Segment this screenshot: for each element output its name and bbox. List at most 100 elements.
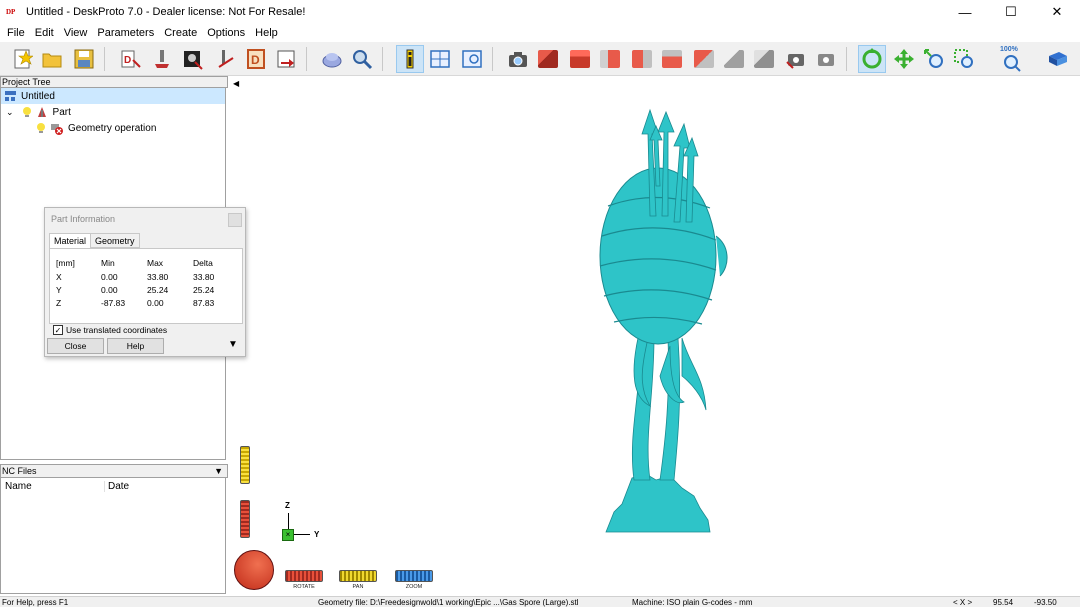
tab-geometry[interactable]: Geometry xyxy=(90,233,140,248)
view-right-button[interactable] xyxy=(690,45,718,73)
help-book-button[interactable] xyxy=(1044,45,1072,73)
reset-camera-button[interactable] xyxy=(812,45,840,73)
dialog-close-icon[interactable] xyxy=(228,213,242,227)
rotate-dial[interactable] xyxy=(234,550,274,590)
simulation-button[interactable] xyxy=(318,45,346,73)
preview-button[interactable] xyxy=(348,45,376,73)
row-min: 0.00 xyxy=(101,272,118,282)
view-iso-button[interactable] xyxy=(534,45,562,73)
cube-bottom-icon xyxy=(724,50,744,68)
menu-parameters[interactable]: Parameters xyxy=(92,27,159,39)
view-front-button[interactable] xyxy=(596,45,624,73)
translated-coordinates-checkbox[interactable]: ✓ xyxy=(53,325,63,335)
part-wizard-button[interactable]: D xyxy=(116,45,144,73)
lightbulb-icon[interactable] xyxy=(22,106,32,118)
menu-bar: File Edit View Parameters Create Options… xyxy=(0,24,1080,42)
tree-item-untitled[interactable]: Untitled xyxy=(1,88,225,104)
tree-item-label: Untitled xyxy=(21,90,55,102)
rotate-mode-indicator[interactable] xyxy=(285,570,323,582)
drawing-wizard-button[interactable]: D xyxy=(242,45,270,73)
export-button[interactable] xyxy=(272,45,300,73)
view-dial-red[interactable] xyxy=(240,500,250,538)
tab-material[interactable]: Material xyxy=(49,233,92,249)
view-dial-yellow[interactable] xyxy=(240,446,250,484)
part-information-dialog: Part Information Material Geometry [mm] … xyxy=(44,207,246,357)
zoom-mode-label: ZOOM xyxy=(405,584,423,590)
view-bottom-button[interactable] xyxy=(720,45,748,73)
row-axis: Z xyxy=(56,298,62,308)
screenshot-button[interactable] xyxy=(504,45,532,73)
pan-mode-indicator[interactable] xyxy=(339,570,377,582)
axis-origin-icon: × xyxy=(282,529,294,541)
row-max: 33.80 xyxy=(147,272,169,282)
view-settings-button[interactable] xyxy=(458,45,486,73)
view-wire-button[interactable] xyxy=(750,45,778,73)
pan-mode-button[interactable] xyxy=(890,45,918,73)
menu-edit[interactable]: Edit xyxy=(30,27,59,39)
menu-file[interactable]: File xyxy=(2,27,30,39)
view-back-button[interactable] xyxy=(628,45,656,73)
tree-item-geometry-operation[interactable]: Geometry operation xyxy=(1,120,225,136)
open-file-button[interactable] xyxy=(38,45,66,73)
pan-arrows-icon xyxy=(894,49,914,69)
pan-mode-label: PAN xyxy=(352,584,364,590)
view-top-button[interactable] xyxy=(566,45,594,73)
model-canvas[interactable] xyxy=(230,76,1080,594)
rough-wizard-button[interactable] xyxy=(148,45,176,73)
info-icon xyxy=(406,49,414,69)
row-max: 0.00 xyxy=(147,298,164,308)
dropdown-arrow-icon[interactable]: ▼ xyxy=(214,465,223,477)
cutter-icon xyxy=(155,50,169,68)
status-bar: For Help, press F1 Geometry file: D:\Fre… xyxy=(0,596,1080,607)
status-machine: Machine: ISO plain G-codes - mm xyxy=(632,598,753,607)
tree-item-part[interactable]: ⌄ Part xyxy=(1,104,225,120)
row-delta: 33.80 xyxy=(193,272,215,282)
window-title: Untitled - DeskProto 7.0 - Dealer licens… xyxy=(26,6,306,18)
material-tab-content: [mm] Min Max Delta X 0.00 33.80 33.80 Y … xyxy=(49,248,243,324)
rotate-camera-button[interactable] xyxy=(782,45,810,73)
tree-item-label: Geometry operation xyxy=(68,122,157,134)
close-button[interactable]: ✕ xyxy=(1034,0,1080,24)
zoom-mode-button[interactable] xyxy=(920,45,948,73)
view-left-button[interactable] xyxy=(658,45,686,73)
3d-viewport[interactable]: ◀ Z Y × xyxy=(230,76,1080,594)
maximize-button[interactable]: ☐ xyxy=(988,0,1034,24)
new-file-button[interactable] xyxy=(8,45,36,73)
dialog-close-button[interactable]: Close xyxy=(47,338,104,354)
grid-header-row: [mm] Min Max Delta xyxy=(56,258,236,271)
rotate-mode-button[interactable] xyxy=(858,45,886,73)
menu-view[interactable]: View xyxy=(59,27,93,39)
tool-wizard-button[interactable] xyxy=(210,45,238,73)
lightbulb-icon[interactable] xyxy=(36,122,46,134)
menu-create[interactable]: Create xyxy=(159,27,202,39)
column-date[interactable]: Date xyxy=(105,481,129,492)
expand-arrow-icon[interactable]: ▼ xyxy=(228,339,238,350)
axis-y-label: Y xyxy=(314,530,320,539)
dialog-help-button[interactable]: Help xyxy=(107,338,164,354)
cube-wire-icon xyxy=(754,50,774,68)
title-bar: DP Untitled - DeskProto 7.0 - Dealer lic… xyxy=(0,0,1080,24)
zoom-window-button[interactable] xyxy=(950,45,978,73)
layout-icon xyxy=(430,50,450,68)
menu-options[interactable]: Options xyxy=(202,27,250,39)
column-name[interactable]: Name xyxy=(1,480,105,492)
row-min: 0.00 xyxy=(101,285,118,295)
minimize-button[interactable]: — xyxy=(942,0,988,24)
header-min: Min xyxy=(101,258,115,268)
save-file-button[interactable] xyxy=(70,45,98,73)
translated-coordinates-option[interactable]: ✓ Use translated coordinates xyxy=(53,324,167,336)
help-book-icon xyxy=(1049,52,1067,66)
zoom-mode-indicator[interactable] xyxy=(395,570,433,582)
project-icon xyxy=(5,91,16,101)
part-info-button[interactable] xyxy=(396,45,424,73)
dialog-title-bar[interactable]: Part Information xyxy=(45,208,245,230)
simulation-icon xyxy=(322,53,342,68)
bitmap-wizard-button[interactable] xyxy=(178,45,206,73)
view-settings-icon xyxy=(462,50,482,68)
status-geometry-file: Geometry file: D:\Freedesignwold\1 worki… xyxy=(318,598,579,607)
zoom-100-button[interactable]: 100% xyxy=(998,45,1026,73)
chevron-down-icon[interactable]: ⌄ xyxy=(6,107,14,118)
nc-files-list[interactable]: Name Date xyxy=(0,478,226,594)
menu-help[interactable]: Help xyxy=(250,27,283,39)
layout-button[interactable] xyxy=(426,45,454,73)
